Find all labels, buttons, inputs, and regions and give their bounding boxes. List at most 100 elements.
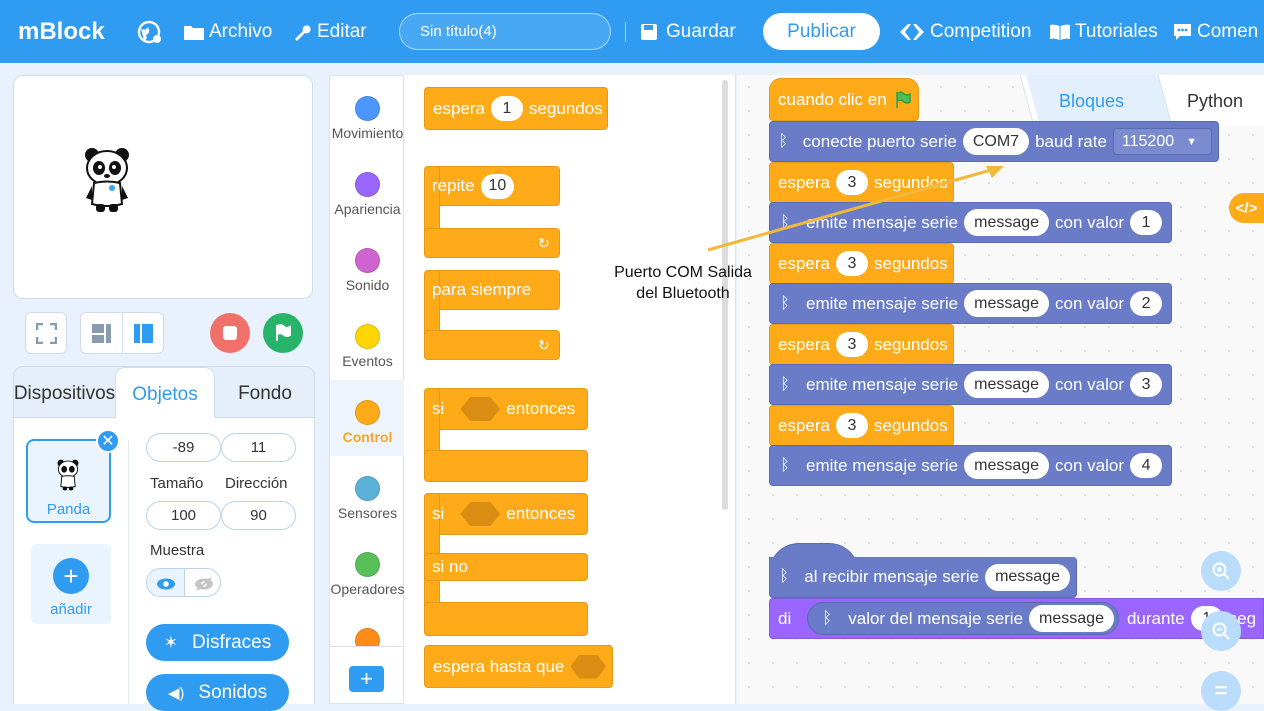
block-text: entonces (506, 399, 576, 418)
layout-toggle[interactable] (80, 312, 164, 354)
file-menu[interactable]: Archivo (184, 0, 272, 63)
block-number-input[interactable]: 10 (480, 173, 515, 199)
tab-background[interactable]: Fondo (215, 367, 315, 421)
message-input[interactable]: message (985, 563, 1070, 591)
block-text: emite mensaje serie (806, 293, 959, 313)
block-text: baud rate (1035, 131, 1107, 151)
large-stage-icon[interactable] (133, 323, 154, 344)
tab-blocks[interactable]: Bloques (1059, 91, 1124, 112)
edit-menu[interactable]: Editar (293, 0, 367, 63)
globe-icon[interactable] (137, 0, 163, 63)
tutorials-link[interactable]: Tutoriales (1050, 0, 1158, 63)
block-when-flag-clicked[interactable]: cuando clic en (769, 78, 919, 121)
block-say-for-seconds[interactable]: di ᛒ valor del mensaje serie message dur… (769, 598, 1264, 639)
plus-icon: + (360, 666, 373, 691)
code-view-button[interactable]: </> (1229, 193, 1264, 223)
save-button[interactable]: Guardar (640, 0, 736, 63)
block-wait-until[interactable]: espera hasta que (424, 645, 613, 688)
bluetooth-icon: ᛒ (778, 132, 789, 150)
block-emit-serial-message[interactable]: ᛒ emite mensaje serie message con valor … (769, 283, 1172, 324)
zoom-reset-button[interactable]: = (1201, 671, 1241, 711)
condition-slot[interactable] (460, 502, 501, 526)
sounds-button[interactable]: ◀) Sonidos (146, 674, 289, 711)
x-position-input[interactable]: -89 (146, 433, 221, 462)
app-logo: mBlock (18, 17, 105, 45)
block-text: con valor (1055, 374, 1125, 394)
add-sprite-label: añadir (50, 601, 92, 618)
small-stage-icon[interactable] (91, 323, 112, 344)
block-emit-serial-message[interactable]: ᛒ emite mensaje serie message con valor … (769, 364, 1172, 405)
message-input[interactable]: message (1029, 605, 1114, 632)
y-position-input[interactable]: 11 (221, 433, 296, 462)
zoom-out-button[interactable] (1201, 611, 1241, 651)
port-input[interactable]: COM7 (962, 128, 1030, 155)
serial-value-reporter[interactable]: ᛒ valor del mensaje serie message (807, 602, 1119, 635)
stage-canvas[interactable] (13, 75, 313, 299)
panda-sprite[interactable] (82, 146, 132, 214)
block-wait-seconds[interactable]: espera 3 segundos (769, 405, 954, 446)
value-input[interactable]: 3 (1130, 372, 1163, 397)
file-menu-label: Archivo (209, 20, 273, 42)
tab-python[interactable]: Python (1187, 91, 1243, 112)
category-dot (355, 628, 380, 646)
block-wait-seconds[interactable]: espera 1 segundos (424, 87, 608, 130)
add-sprite-button[interactable]: + añadir (31, 544, 111, 624)
condition-slot[interactable] (570, 654, 606, 679)
green-flag-button[interactable] (263, 313, 303, 353)
delete-sprite-button[interactable]: ✕ (96, 429, 120, 453)
block-text: con valor (1055, 212, 1125, 232)
comments-link[interactable]: Comen (1173, 0, 1258, 63)
block-text: emite mensaje serie (806, 455, 959, 475)
block-number-input[interactable]: 1 (490, 96, 523, 121)
loop-arrow-icon: ↻ (538, 235, 550, 251)
block-repeat-header: repite 10 (424, 166, 520, 206)
category-dot (355, 96, 380, 121)
block-number-input[interactable]: 3 (835, 332, 868, 357)
stop-button[interactable] (210, 313, 250, 353)
condition-slot[interactable] (460, 397, 501, 421)
block-on-receive-serial-message[interactable]: ᛒ al recibir mensaje serie message (769, 557, 1077, 598)
block-else-label: si no (424, 553, 474, 581)
competition-link[interactable]: Competition (900, 0, 1031, 63)
show-eye-icon[interactable] (147, 569, 184, 596)
sprite-card-panda[interactable]: Panda (26, 439, 111, 523)
block-wait-seconds[interactable]: espera 3 segundos (769, 324, 954, 365)
size-input[interactable]: 100 (146, 501, 221, 530)
zoom-in-button[interactable] (1201, 551, 1241, 591)
value-input[interactable]: 1 (1130, 210, 1163, 235)
message-input[interactable]: message (964, 290, 1050, 317)
sprite-tabs: Dispositivos Objetos Fondo (13, 366, 315, 421)
divider (625, 22, 626, 42)
category-sensing[interactable]: Sensores (330, 456, 405, 532)
sounds-label: Sonidos (198, 681, 268, 703)
category-events[interactable]: Eventos (330, 304, 405, 380)
category-label: Apariencia (334, 201, 401, 217)
category-operators[interactable]: Operadores (330, 532, 405, 608)
hide-eye-icon[interactable] (185, 569, 220, 596)
tab-devices[interactable]: Dispositivos (14, 367, 115, 421)
block-number-input[interactable]: 3 (835, 413, 868, 438)
category-sound[interactable]: Sonido (330, 228, 405, 304)
fullscreen-button[interactable] (25, 312, 67, 354)
baud-rate-dropdown[interactable]: 115200 ▼ (1112, 128, 1212, 155)
costumes-button[interactable]: ✶ Disfraces (146, 624, 289, 661)
category-variables[interactable] (330, 608, 405, 646)
block-text: cuando clic en (778, 89, 887, 109)
publish-button[interactable]: Publicar (763, 13, 880, 50)
message-input[interactable]: message (964, 371, 1050, 398)
direction-input[interactable]: 90 (221, 501, 296, 530)
add-extension-button[interactable]: + (349, 666, 384, 692)
project-title-input[interactable]: Sin título(4) (399, 13, 611, 50)
block-emit-serial-message[interactable]: ᛒ emite mensaje serie message con valor … (769, 445, 1172, 486)
visibility-toggle[interactable] (146, 568, 221, 597)
tab-objects[interactable]: Objetos (115, 367, 215, 421)
block-connect-serial-port[interactable]: ᛒ conecte puerto serie COM7 baud rate 11… (769, 121, 1219, 162)
message-input[interactable]: message (964, 452, 1050, 479)
category-motion[interactable]: Movimiento (330, 76, 405, 152)
value-input[interactable]: 4 (1130, 453, 1163, 478)
category-looks[interactable]: Apariencia (330, 152, 405, 228)
category-control[interactable]: Control (330, 380, 405, 456)
value-input[interactable]: 2 (1130, 291, 1163, 316)
category-label: Sonido (345, 277, 390, 293)
annotation-text: Puerto COM Salida del Bluetooth (598, 262, 768, 304)
